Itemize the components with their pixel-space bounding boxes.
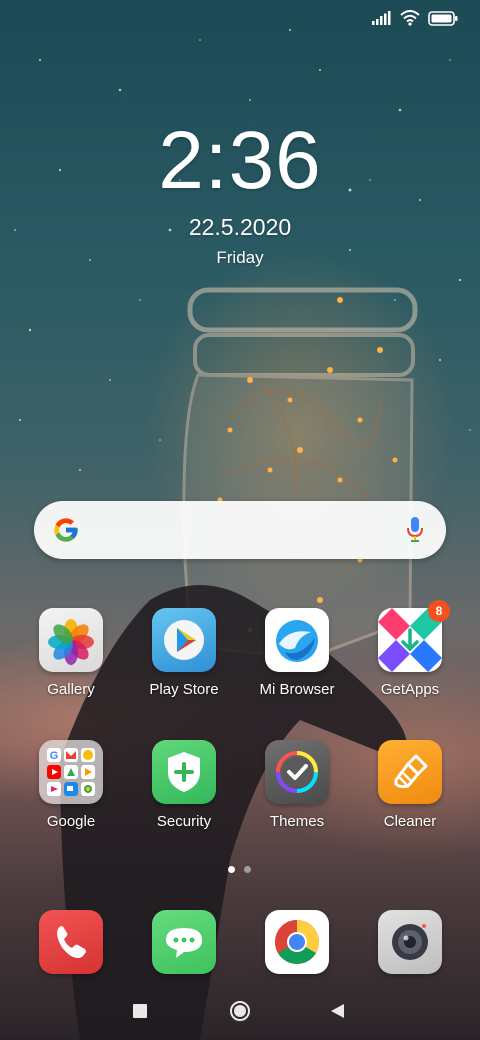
dock-phone[interactable] (16, 910, 126, 974)
gallery-pinwheel-icon (39, 608, 103, 672)
app-label: Mi Browser (259, 681, 335, 698)
page-dot-active[interactable] (228, 866, 235, 873)
dock-messages[interactable] (129, 910, 239, 974)
clock-time[interactable]: 2:36 (0, 120, 480, 202)
phone-icon (39, 910, 103, 974)
google-search-bar[interactable] (34, 501, 446, 559)
app-getapps[interactable]: 8 GetApps (355, 600, 465, 698)
signal-bars-icon (372, 11, 391, 25)
getapps-icon: 8 (378, 600, 450, 672)
themes-icon (265, 740, 329, 804)
security-shield-icon (152, 740, 216, 804)
cleaner-brush-icon (378, 740, 442, 804)
app-label: Cleaner (383, 813, 437, 830)
app-label: Security (156, 813, 212, 830)
clock-date[interactable]: 22.5.2020 (0, 214, 480, 241)
dock-camera[interactable] (355, 910, 465, 974)
home-circle-icon[interactable] (229, 1000, 251, 1022)
app-gallery[interactable]: Gallery (16, 608, 126, 698)
app-label: Play Store (149, 681, 219, 698)
app-google-folder[interactable]: G Google (16, 740, 126, 830)
messages-icon (152, 910, 216, 974)
app-label: GetApps (380, 681, 440, 698)
app-themes[interactable]: Themes (242, 740, 352, 830)
page-indicator[interactable] (228, 866, 251, 873)
notification-badge: 8 (428, 600, 450, 622)
camera-icon (378, 910, 442, 974)
app-play-store[interactable]: Play Store (129, 608, 239, 698)
page-dot-inactive[interactable] (244, 866, 251, 873)
app-security[interactable]: Security (129, 740, 239, 830)
home-screen: 2:36 22.5.2020 Friday Gallery Play Store… (0, 0, 480, 1040)
chrome-icon (265, 910, 329, 974)
status-bar (372, 10, 458, 26)
dock-chrome[interactable] (242, 910, 352, 974)
battery-icon (428, 10, 458, 26)
recents-square-icon[interactable] (133, 1004, 147, 1018)
app-label: Gallery (47, 681, 95, 698)
app-label: Themes (269, 813, 325, 830)
microphone-icon[interactable] (406, 516, 424, 544)
app-label: Google (46, 813, 96, 830)
svg-text:G: G (50, 750, 59, 762)
clock-weekday: Friday (216, 248, 264, 267)
wifi-icon (400, 10, 420, 26)
app-cleaner[interactable]: Cleaner (355, 740, 465, 830)
play-store-icon (152, 608, 216, 672)
google-folder-icon: G (39, 740, 103, 804)
google-g-icon (54, 518, 78, 542)
mi-browser-icon (265, 608, 329, 672)
app-mi-browser[interactable]: Mi Browser (242, 608, 352, 698)
back-triangle-icon[interactable] (329, 1002, 345, 1020)
